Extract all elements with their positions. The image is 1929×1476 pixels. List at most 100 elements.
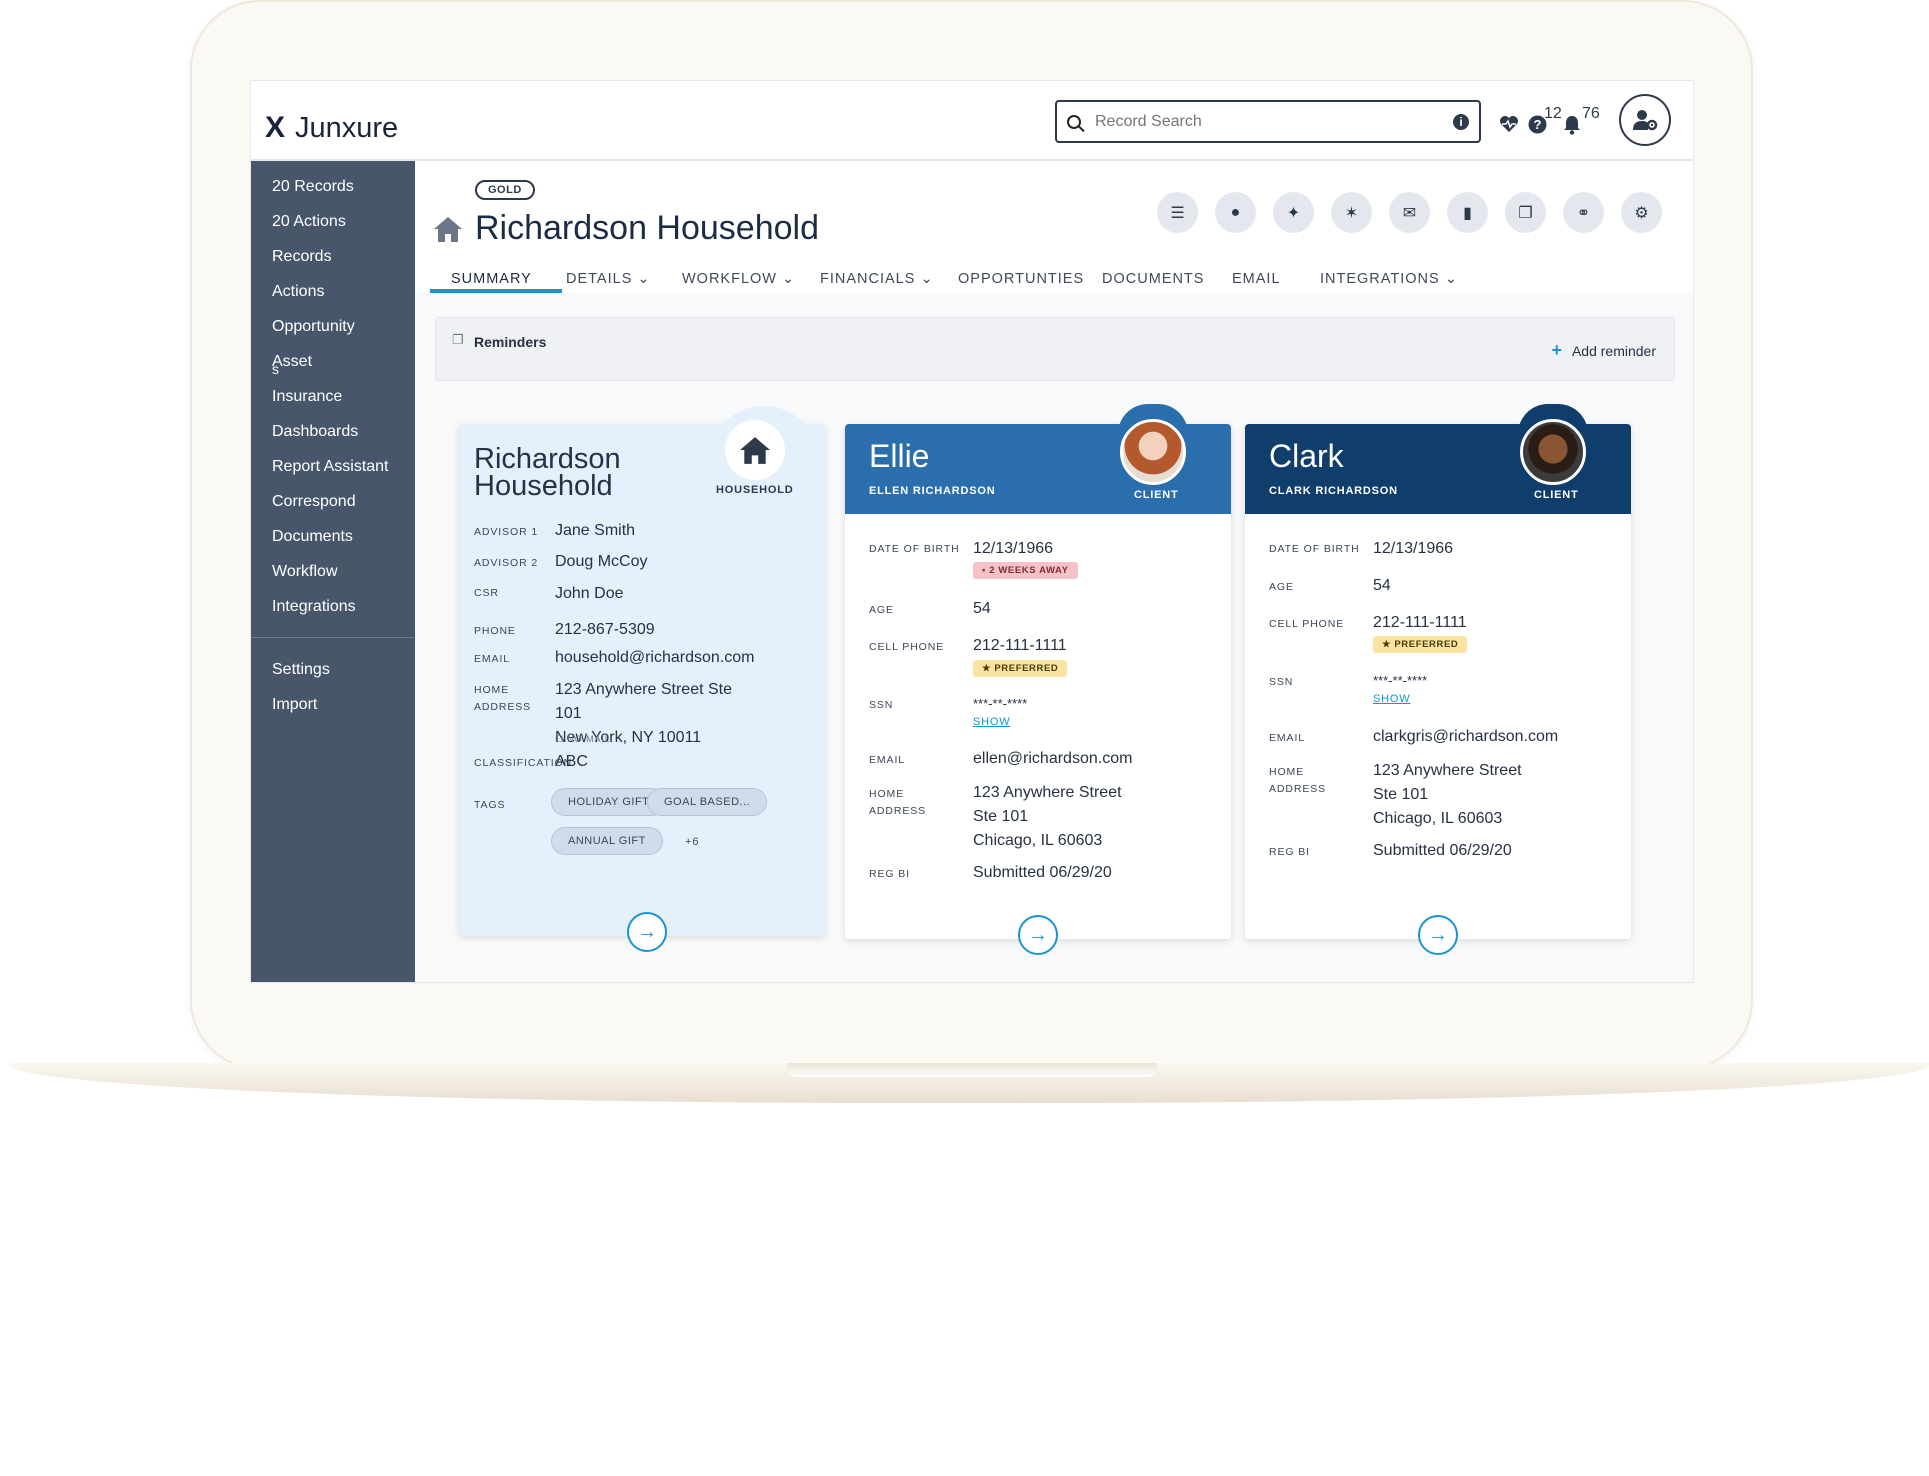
reminders-icon: ❐ bbox=[452, 332, 464, 347]
arrow-right-icon: → bbox=[1028, 923, 1048, 946]
logo[interactable]: X Junxure bbox=[265, 111, 398, 145]
ellie-address-line3: Chicago, IL 60603 bbox=[973, 832, 1103, 849]
open-ellie-button[interactable]: → bbox=[1018, 915, 1058, 955]
ellie-birthday-pill-label: 2 WEEKS AWAY bbox=[989, 565, 1069, 576]
tab-email[interactable]: EMAIL bbox=[1232, 271, 1281, 287]
tab-workflow[interactable]: WORKFLOW ⌄ bbox=[682, 271, 795, 287]
tab-integrations-label: INTEGRATIONS bbox=[1320, 271, 1440, 287]
sidebar-item-report-assistant[interactable]: Report Assistant bbox=[251, 449, 415, 484]
tab-details[interactable]: DETAILS ⌄ bbox=[566, 271, 651, 287]
ellie-avatar bbox=[1120, 419, 1186, 485]
copy-documents-icon[interactable]: ❐ bbox=[1505, 192, 1546, 233]
ellie-email-value[interactable]: ellen@richardson.com bbox=[973, 747, 1132, 771]
clark-dob-value: 12/13/1966 bbox=[1373, 540, 1454, 557]
sidebar-item-assets[interactable]: Asset s bbox=[251, 344, 415, 379]
reminders-label: Reminders bbox=[474, 334, 547, 350]
topbar: X Junxure i ? 12 76 bbox=[251, 81, 1693, 161]
household-house-icon bbox=[725, 420, 785, 480]
arrow-right-icon: → bbox=[637, 920, 657, 943]
sidebar-item-20-records[interactable]: 20 Records bbox=[251, 169, 415, 204]
phone-value[interactable]: 212-867-5309 bbox=[555, 618, 655, 642]
ellie-ssn-show-link[interactable]: SHOW bbox=[973, 716, 1010, 728]
advisor2-value: Doug McCoy bbox=[555, 553, 648, 570]
ellie-address-label-line1: HOME bbox=[869, 788, 905, 800]
add-reminder-button[interactable]: + Add reminder bbox=[1551, 340, 1656, 361]
open-household-button[interactable]: → bbox=[627, 912, 667, 952]
sidebar-item-correspond[interactable]: Correspond bbox=[251, 484, 415, 519]
open-clark-button[interactable]: → bbox=[1418, 915, 1458, 955]
tab-details-label: DETAILS bbox=[566, 271, 633, 287]
clark-role: CLIENT bbox=[1534, 489, 1579, 501]
asset-icon[interactable]: ✶ bbox=[1331, 192, 1372, 233]
sidebar-item-opportunity[interactable]: Opportunity bbox=[251, 309, 415, 344]
tab-financials[interactable]: FINANCIALS ⌄ bbox=[820, 271, 934, 287]
clark-age-value: 54 bbox=[1373, 577, 1391, 594]
tag-chip[interactable]: GOAL BASED... bbox=[647, 788, 768, 816]
brand-name: Junxure bbox=[295, 111, 399, 144]
email-value[interactable]: household@richardson.com bbox=[555, 646, 754, 670]
tag-chip[interactable]: ANNUAL GIFT bbox=[551, 827, 663, 855]
heart-pulse-icon[interactable] bbox=[1499, 115, 1519, 139]
ellie-preferred-pill: ★ PREFERRED bbox=[973, 660, 1068, 677]
client-card-ellie: Ellie ELLEN RICHARDSON CLIENT DATE OF BI… bbox=[845, 404, 1231, 955]
more-tags[interactable]: +6 bbox=[685, 834, 699, 851]
email-icon[interactable]: ✉ bbox=[1389, 192, 1430, 233]
no-mail-checkbox[interactable]: ☐ NO MAIL bbox=[555, 731, 611, 748]
chevron-down-icon: ⌄ bbox=[637, 271, 651, 287]
clark-avatar bbox=[1520, 419, 1586, 485]
add-task-icon[interactable]: ☰ bbox=[1157, 192, 1198, 233]
gear-icon[interactable]: ⚙ bbox=[1621, 192, 1662, 233]
clark-regbi-value: Submitted 06/29/20 bbox=[1373, 842, 1512, 859]
record-title: Richardson Household bbox=[475, 209, 819, 247]
tab-integrations[interactable]: INTEGRATIONS ⌄ bbox=[1320, 271, 1458, 287]
clark-preferred-label: PREFERRED bbox=[1394, 639, 1459, 650]
ellie-dob-value: 12/13/1966 bbox=[973, 540, 1054, 557]
tab-opportunities[interactable]: OPPORTUNTIES bbox=[958, 271, 1084, 287]
clark-cell-value[interactable]: 212-111-1111 bbox=[1373, 611, 1467, 635]
sidebar-item-dashboards[interactable]: Dashboards bbox=[251, 414, 415, 449]
info-icon[interactable]: i bbox=[1453, 113, 1469, 130]
sidebar-item-20-actions[interactable]: 20 Actions bbox=[251, 204, 415, 239]
ellie-email-label: EMAIL bbox=[869, 754, 906, 766]
tab-summary[interactable]: SUMMARY bbox=[451, 271, 532, 287]
ellie-ssn-label: SSN bbox=[869, 699, 894, 711]
clark-ssn-show-link[interactable]: SHOW bbox=[1373, 693, 1410, 705]
ellie-age-label: AGE bbox=[869, 604, 894, 616]
clark-email-value[interactable]: clarkgris@richardson.com bbox=[1373, 725, 1558, 749]
ellie-role: CLIENT bbox=[1134, 489, 1179, 501]
record-search[interactable]: i bbox=[1055, 100, 1481, 143]
notification-count: 76 bbox=[1582, 105, 1600, 122]
app-screen: X Junxure i ? 12 76 20 Records 20 Action… bbox=[250, 80, 1694, 983]
classification-value: ABC bbox=[555, 753, 588, 770]
user-settings-button[interactable] bbox=[1619, 94, 1671, 146]
arrow-right-icon: → bbox=[1428, 923, 1448, 946]
document-icon[interactable]: ▮ bbox=[1447, 192, 1488, 233]
sidebar-item-actions[interactable]: Actions bbox=[251, 274, 415, 309]
bell-icon[interactable] bbox=[1563, 115, 1581, 141]
ellie-preferred-label: PREFERRED bbox=[994, 663, 1059, 674]
tab-documents[interactable]: DOCUMENTS bbox=[1102, 271, 1204, 287]
sidebar-item-import[interactable]: Import bbox=[251, 687, 415, 722]
sidebar-item-settings[interactable]: Settings bbox=[251, 652, 415, 687]
sidebar-item-documents[interactable]: Documents bbox=[251, 519, 415, 554]
page-title: Richardson Household bbox=[433, 209, 819, 248]
svg-text:?: ? bbox=[1534, 117, 1542, 132]
piggy-bank-icon[interactable]: ● bbox=[1215, 192, 1256, 233]
star-icon: ★ bbox=[1382, 639, 1392, 650]
reminders-panel: ❐ Reminders + Add reminder bbox=[435, 317, 1675, 381]
household-badge: HOUSEHOLD bbox=[716, 484, 794, 496]
search-input[interactable] bbox=[1095, 112, 1453, 131]
clark-email-label: EMAIL bbox=[1269, 732, 1306, 744]
ellie-regbi-label: REG BI bbox=[869, 868, 910, 880]
tab-financials-label: FINANCIALS bbox=[820, 271, 916, 287]
active-tab-indicator bbox=[430, 289, 562, 293]
sidebar-item-insurance[interactable]: Insurance bbox=[251, 379, 415, 414]
sidebar-item-workflow[interactable]: Workflow bbox=[251, 554, 415, 589]
link-icon[interactable]: ⚭ bbox=[1563, 192, 1604, 233]
opportunity-icon[interactable]: ✦ bbox=[1273, 192, 1314, 233]
clark-address-line1: 123 Anywhere Street bbox=[1373, 762, 1522, 779]
sidebar-item-integrations[interactable]: Integrations bbox=[251, 589, 415, 624]
ellie-cell-value[interactable]: 212-111-1111 bbox=[973, 634, 1067, 658]
chevron-down-icon: ⌄ bbox=[920, 271, 934, 287]
sidebar-item-records[interactable]: Records bbox=[251, 239, 415, 274]
